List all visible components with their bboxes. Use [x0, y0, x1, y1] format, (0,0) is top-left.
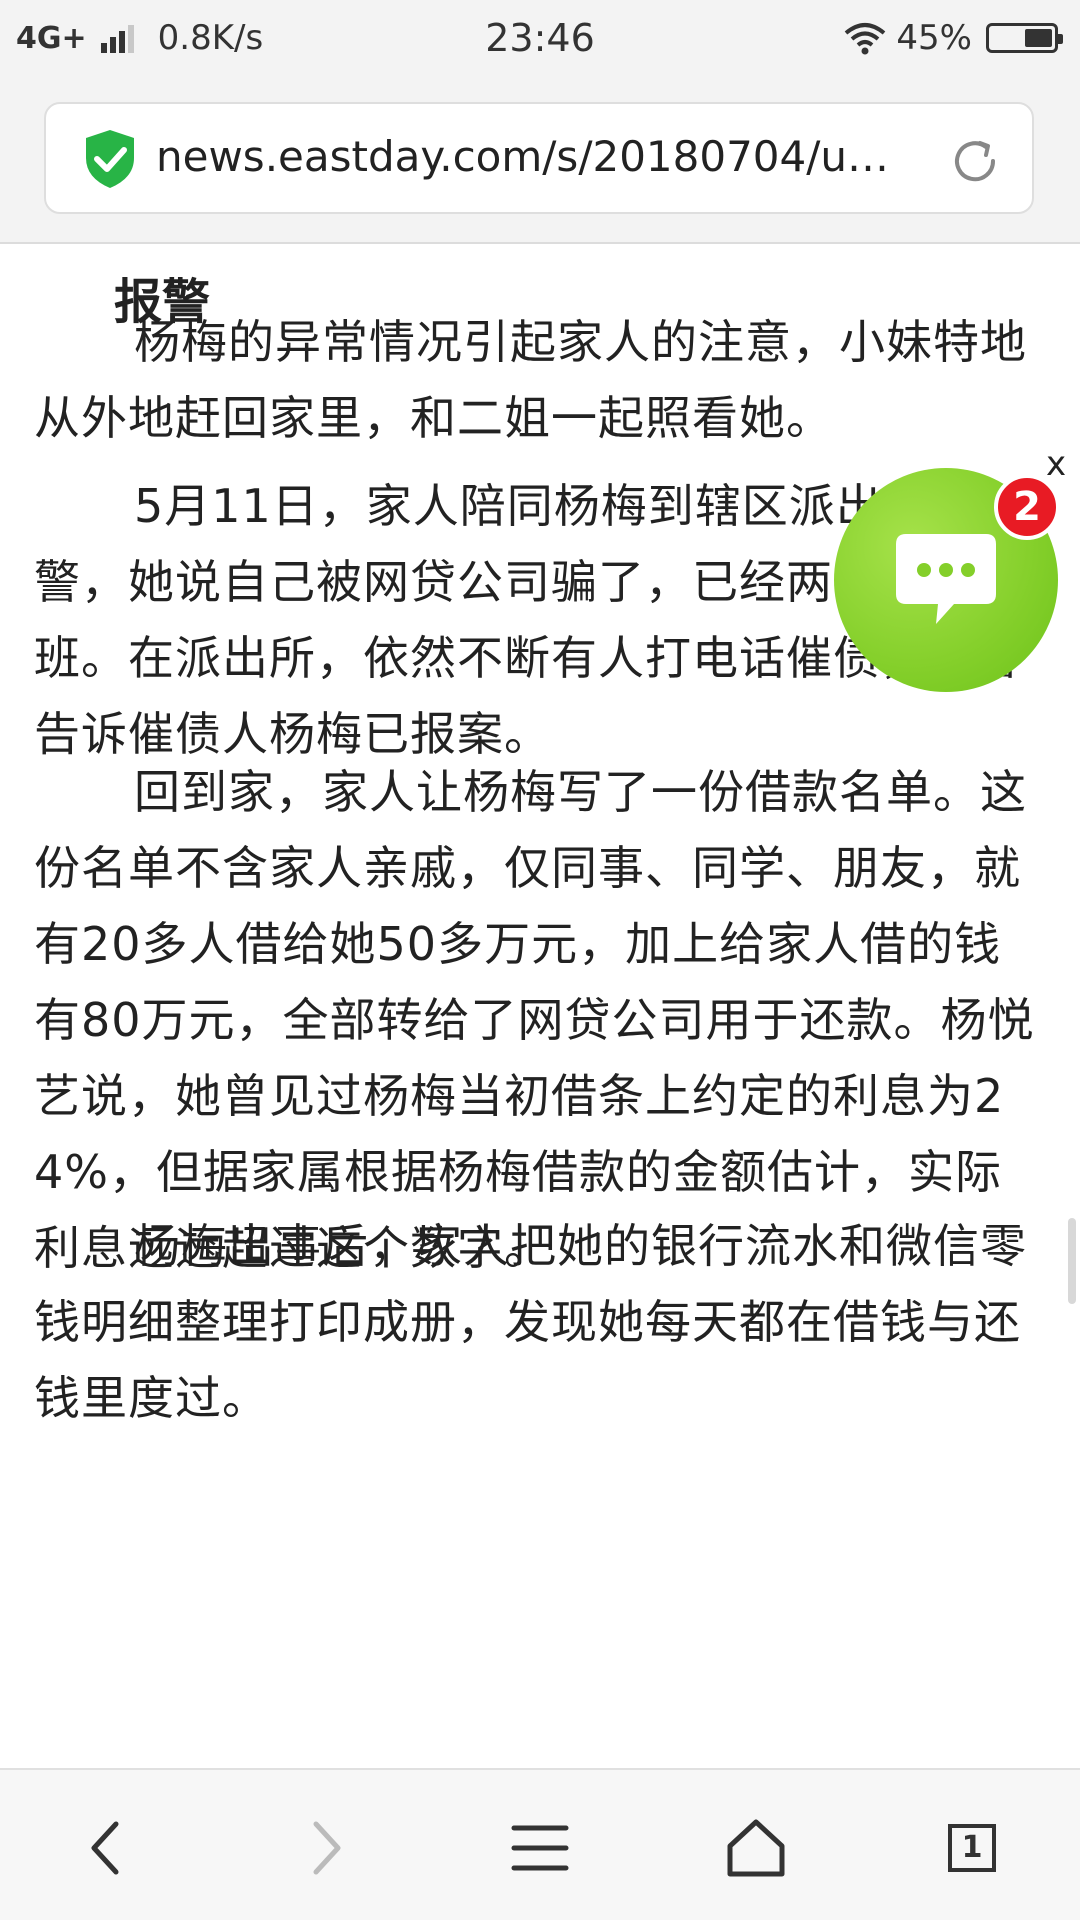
- article-paragraph: 杨梅出事后，家人把她的银行流水和微信零钱明细整理打印成册，发现她每天都在借钱与还…: [34, 1219, 1027, 1425]
- scrollbar[interactable]: [1068, 1218, 1076, 1304]
- battery-icon: [986, 23, 1063, 53]
- back-button[interactable]: [68, 1808, 148, 1888]
- chat-bubble-icon: [896, 534, 996, 624]
- bottom-navigation: 1: [0, 1768, 1080, 1920]
- refresh-icon[interactable]: [948, 134, 1002, 188]
- chat-close-button[interactable]: x: [1046, 444, 1066, 484]
- back-arrow-icon: [91, 1821, 119, 1875]
- browser-toolbar: news.eastday.com/s/20180704/u…: [0, 84, 1080, 244]
- home-icon: [727, 1819, 785, 1877]
- address-bar[interactable]: news.eastday.com/s/20180704/u…: [44, 102, 1034, 214]
- article-paragraph: 回到家，家人让杨梅写了一份借款名单。这份名单不含家人亲戚，仅同事、同学、朋友，就…: [34, 765, 1035, 1275]
- menu-icon: [511, 1825, 569, 1871]
- battery-fill: [1025, 29, 1052, 47]
- forward-button[interactable]: [284, 1808, 364, 1888]
- status-bar: 4G+ 0.8K/s 23:46 45%: [0, 0, 1080, 84]
- status-right: 45%: [844, 18, 1063, 58]
- wifi-icon: [845, 23, 886, 55]
- home-button[interactable]: [716, 1808, 796, 1888]
- article-paragraph: 杨梅的异常情况引起家人的注意，小妹特地从外地赶回家里，和二姐一起照看她。: [34, 315, 1027, 445]
- url-text: news.eastday.com/s/20180704/u…: [156, 132, 890, 181]
- shield-check-icon: [86, 130, 134, 188]
- battery-percent: 45%: [896, 18, 972, 58]
- tabs-button[interactable]: 1: [932, 1808, 1012, 1888]
- menu-button[interactable]: [500, 1808, 580, 1888]
- chat-badge: 2: [994, 474, 1060, 540]
- tabs-count: 1: [948, 1824, 996, 1872]
- forward-arrow-icon: [313, 1821, 341, 1875]
